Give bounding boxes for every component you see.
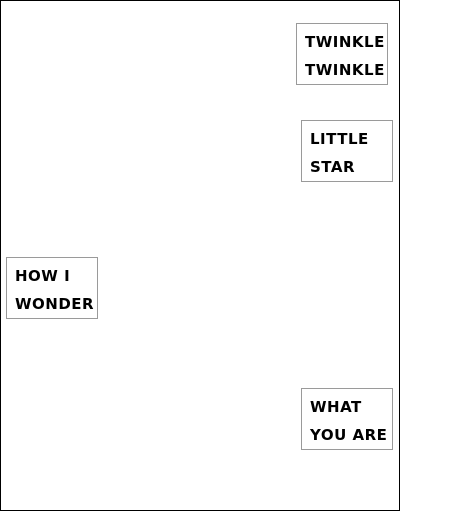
text-card-what-you-are[interactable]: WHAT YOU ARE bbox=[301, 388, 393, 450]
card-line: TWINKLE bbox=[305, 33, 385, 51]
card-line: YOU ARE bbox=[310, 426, 388, 444]
card-line: WONDER bbox=[15, 295, 95, 313]
canvas-frame: TWINKLE TWINKLE LITTLE STAR HOW I WONDER… bbox=[0, 0, 400, 511]
card-line: HOW I bbox=[15, 267, 71, 285]
text-card-how-i-wonder[interactable]: HOW I WONDER bbox=[6, 257, 98, 319]
card-line: LITTLE bbox=[310, 130, 369, 148]
card-line: WHAT bbox=[310, 398, 362, 416]
text-card-twinkle-twinkle[interactable]: TWINKLE TWINKLE bbox=[296, 23, 388, 85]
text-card-little-star[interactable]: LITTLE STAR bbox=[301, 120, 393, 182]
card-line: TWINKLE bbox=[305, 61, 385, 79]
card-line: STAR bbox=[310, 158, 356, 176]
